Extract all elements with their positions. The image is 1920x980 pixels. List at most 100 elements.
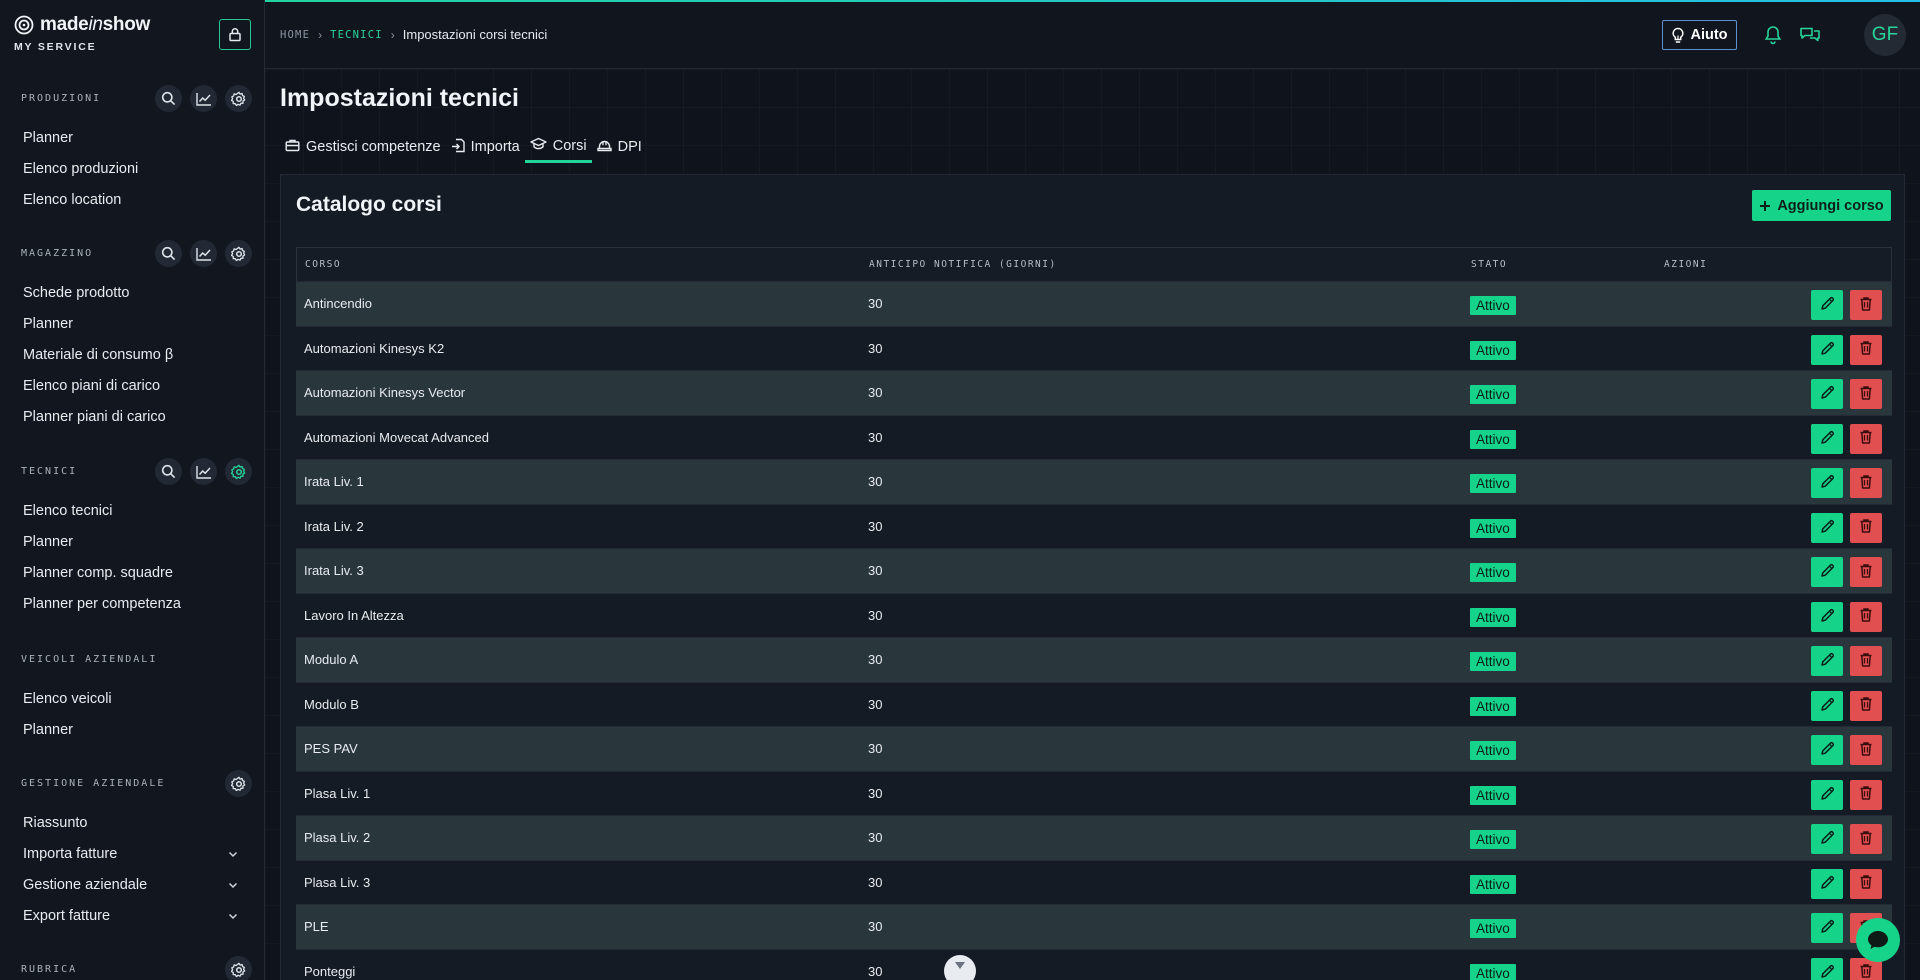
sidebar-item-riassunto[interactable]: Riassunto <box>0 808 264 839</box>
delete-button[interactable] <box>1850 512 1882 543</box>
sidebar-item-elenco-tecnici[interactable]: Elenco tecnici <box>0 496 264 527</box>
delete-button[interactable] <box>1850 557 1882 587</box>
gear-icon[interactable] <box>225 956 252 980</box>
edit-button[interactable] <box>1811 690 1843 721</box>
delete-button[interactable] <box>1850 824 1882 854</box>
table-row[interactable]: Plasa Liv. 1 30 Attivo <box>296 770 1892 815</box>
edit-button[interactable] <box>1811 913 1843 943</box>
search-icon[interactable] <box>155 85 182 112</box>
delete-button[interactable] <box>1850 290 1882 320</box>
lock-sidebar-button[interactable] <box>219 19 251 50</box>
main-content: Impostazioni tecnici Gestisci competenze… <box>265 69 1920 980</box>
add-course-button[interactable]: Aggiungi corso <box>1752 190 1891 221</box>
table-row[interactable]: Ponteggi 30 Attivo <box>296 948 1892 980</box>
edit-button[interactable] <box>1811 334 1843 365</box>
brand[interactable]: madeinshow MY SERVICE <box>14 14 150 53</box>
table-row[interactable]: Plasa Liv. 3 30 Attivo <box>296 859 1892 904</box>
gear-icon[interactable] <box>225 770 252 797</box>
sidebar-item-materiale-di-consumo[interactable]: Materiale di consumo β <box>0 340 264 371</box>
table-row[interactable]: Automazioni Kinesys K2 30 Attivo <box>296 325 1892 370</box>
breadcrumb-home[interactable]: HOME <box>280 29 310 41</box>
delete-button[interactable] <box>1850 379 1882 409</box>
delete-button[interactable] <box>1850 868 1882 899</box>
edit-button[interactable] <box>1811 646 1843 676</box>
delete-button[interactable] <box>1850 690 1882 721</box>
avatar[interactable]: GF <box>1864 14 1906 56</box>
table-row[interactable]: Automazioni Kinesys Vector 30 Attivo <box>296 370 1892 415</box>
notice-days: 30 <box>868 474 883 489</box>
edit-button[interactable] <box>1811 290 1843 320</box>
edit-button[interactable] <box>1811 379 1843 409</box>
sidebar-item-planner[interactable]: Planner <box>0 715 264 746</box>
column-header-anticipo[interactable]: ANTICIPO NOTIFICA (GIORNI) <box>869 259 1057 270</box>
gear-icon[interactable] <box>225 458 252 485</box>
tab-dpi[interactable]: DPI <box>592 131 647 163</box>
analytics-icon[interactable] <box>190 240 217 267</box>
sidebar-item-elenco-location[interactable]: Elenco location <box>0 185 264 216</box>
sidebar-item-elenco-veicoli[interactable]: Elenco veicoli <box>0 684 264 715</box>
delete-button[interactable] <box>1850 779 1882 810</box>
sidebar-item-planner[interactable]: Planner <box>0 123 264 154</box>
delete-button[interactable] <box>1850 468 1882 498</box>
table-row[interactable]: PLE 30 Attivo <box>296 904 1892 949</box>
column-header-corso[interactable]: CORSO <box>305 259 341 270</box>
table-row[interactable]: Plasa Liv. 2 30 Attivo <box>296 815 1892 860</box>
tab-bar: Gestisci competenze Importa Corsi DPI <box>280 131 647 165</box>
edit-button[interactable] <box>1811 557 1843 587</box>
analytics-icon[interactable] <box>190 85 217 112</box>
breadcrumb-current: Impostazioni corsi tecnici <box>402 27 548 42</box>
table-row[interactable]: Irata Liv. 2 30 Attivo <box>296 503 1892 548</box>
sidebar-item-export-fatture[interactable]: Export fatture <box>0 901 264 932</box>
delete-button[interactable] <box>1850 735 1882 765</box>
edit-button[interactable] <box>1811 779 1843 810</box>
column-header-stato[interactable]: STATO <box>1471 259 1507 270</box>
table-row[interactable]: PES PAV 30 Attivo <box>296 726 1892 771</box>
chat-icon[interactable] <box>1799 25 1821 44</box>
edit-button[interactable] <box>1811 468 1843 498</box>
sidebar-item-elenco-piani-di-carico[interactable]: Elenco piani di carico <box>0 371 264 402</box>
gear-icon[interactable] <box>225 240 252 267</box>
sidebar-item-planner[interactable]: Planner <box>0 309 264 340</box>
bell-icon[interactable] <box>1764 25 1782 45</box>
delete-button[interactable] <box>1850 601 1882 632</box>
table-row[interactable]: Lavoro In Altezza 30 Attivo <box>296 592 1892 637</box>
tab-gestisci-competenze[interactable]: Gestisci competenze <box>280 131 446 163</box>
search-icon[interactable] <box>155 240 182 267</box>
analytics-icon[interactable] <box>190 458 217 485</box>
tab-corsi[interactable]: Corsi <box>524 131 592 163</box>
breadcrumb-section[interactable]: TECNICI <box>330 29 383 41</box>
sidebar-item-planner-comp-squadre[interactable]: Planner comp. squadre <box>0 558 264 589</box>
status-badge: Attivo <box>1470 874 1516 894</box>
tab-importa[interactable]: Importa <box>446 131 525 163</box>
edit-button[interactable] <box>1811 512 1843 543</box>
status-badge: Attivo <box>1470 696 1516 716</box>
edit-button[interactable] <box>1811 601 1843 632</box>
sidebar-item-schede-prodotto[interactable]: Schede prodotto <box>0 278 264 309</box>
gear-icon[interactable] <box>225 85 252 112</box>
edit-button[interactable] <box>1811 957 1843 980</box>
table-row[interactable]: Modulo B 30 Attivo <box>296 681 1892 726</box>
help-button[interactable]: Aiuto <box>1662 20 1737 50</box>
sidebar-item-importa-fatture[interactable]: Importa fatture <box>0 839 264 870</box>
edit-button[interactable] <box>1811 423 1843 454</box>
sidebar-item-planner-piani-di-carico[interactable]: Planner piani di carico <box>0 402 264 433</box>
support-chat-button[interactable] <box>1856 918 1900 962</box>
table-row[interactable]: Antincendio 30 Attivo <box>296 281 1892 326</box>
table-row[interactable]: Irata Liv. 3 30 Attivo <box>296 548 1892 593</box>
edit-button[interactable] <box>1811 735 1843 765</box>
delete-button[interactable] <box>1850 646 1882 676</box>
edit-button[interactable] <box>1811 824 1843 854</box>
table-row[interactable]: Modulo A 30 Attivo <box>296 637 1892 682</box>
delete-button[interactable] <box>1850 334 1882 365</box>
sidebar-item-elenco-produzioni[interactable]: Elenco produzioni <box>0 154 264 185</box>
sidebar-item-gestione-aziendale[interactable]: Gestione aziendale <box>0 870 264 901</box>
sidebar-section-rubrica: RUBRICA <box>0 954 264 980</box>
table-row[interactable]: Irata Liv. 1 30 Attivo <box>296 459 1892 504</box>
edit-button[interactable] <box>1811 868 1843 899</box>
search-icon[interactable] <box>155 458 182 485</box>
table-row[interactable]: Automazioni Movecat Advanced 30 Attivo <box>296 414 1892 459</box>
scroll-down-button[interactable] <box>944 955 976 980</box>
delete-button[interactable] <box>1850 423 1882 454</box>
sidebar-item-planner[interactable]: Planner <box>0 527 264 558</box>
sidebar-item-planner-per-competenza[interactable]: Planner per competenza <box>0 589 264 620</box>
